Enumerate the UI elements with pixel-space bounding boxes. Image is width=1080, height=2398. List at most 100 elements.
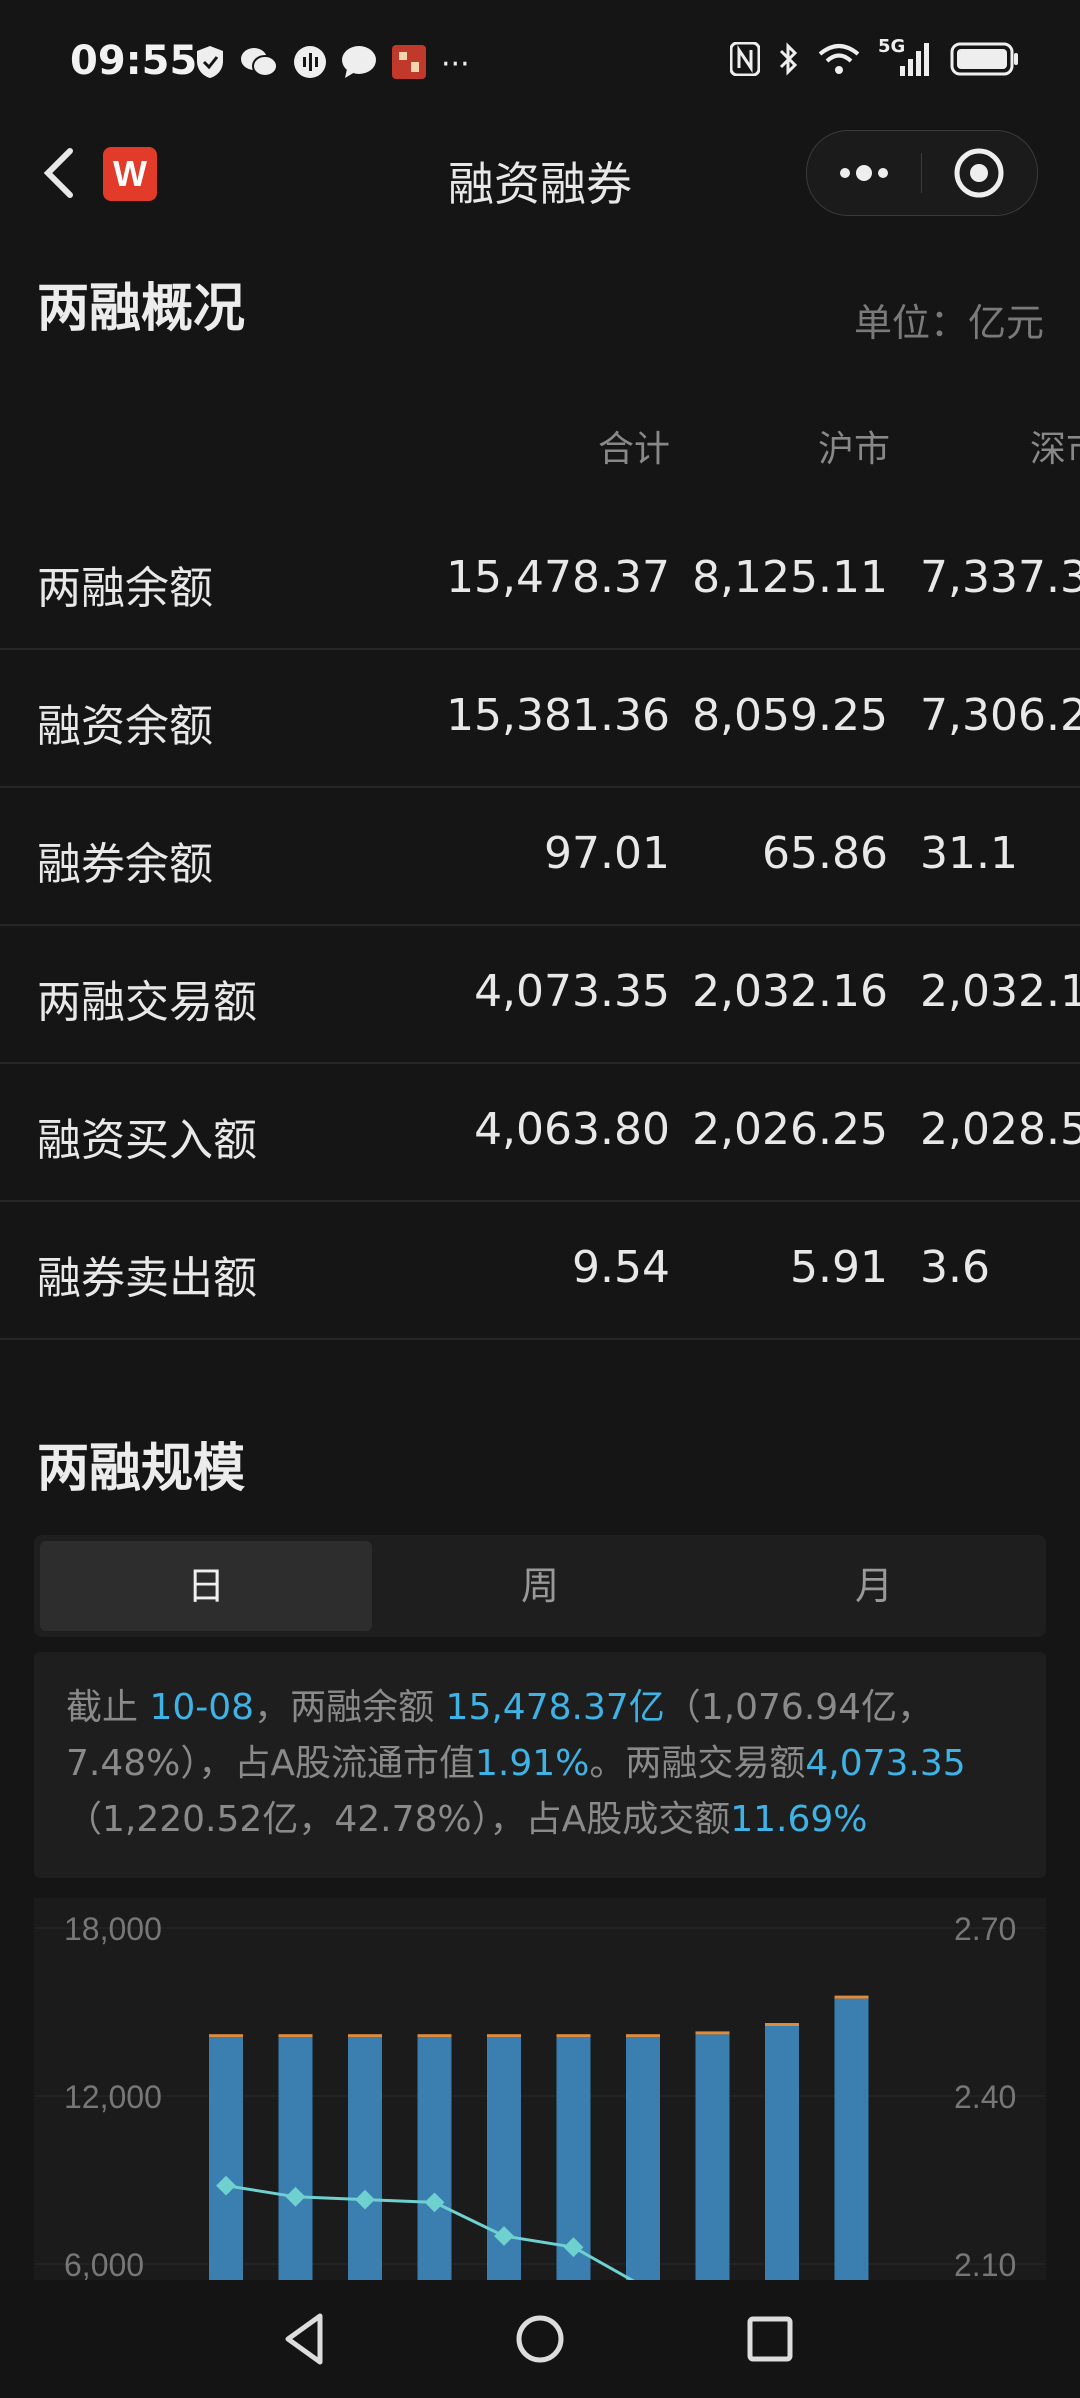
summary-balance: 15,478.37亿 <box>445 1687 665 1728</box>
scale-chart: 18,000 12,000 6,000 2.70 2.40 2.10 <box>34 1898 1046 2280</box>
right-axis-tick-label: 2.40 <box>954 2079 1016 2115</box>
status-right-icons: 5G <box>729 36 1020 82</box>
row-total-value: 4,063.80 <box>474 1104 670 1155</box>
table-row: 融资买入额 4,063.80 2,026.25 2,028.5 <box>0 1062 1080 1202</box>
wifi-icon <box>818 42 860 80</box>
voice-icon <box>293 45 327 83</box>
scale-summary: 截止 10-08，两融余额 15,478.37亿（1,076.94亿，7.48%… <box>34 1652 1046 1878</box>
cellular-signal-icon: 5G <box>878 36 932 82</box>
summary-text-4: 。两融交易额 <box>589 1743 806 1784</box>
app-notification-icon <box>391 44 427 84</box>
target-circle-icon <box>954 148 1004 198</box>
row-label: 两融余额 <box>37 563 213 614</box>
row-sz-value: 7,306.2 <box>920 690 1080 741</box>
chart-bar <box>765 2026 799 2280</box>
chart-bar-cap <box>487 2034 521 2038</box>
chart-bar-cap <box>556 2034 591 2038</box>
chart-bar-cap <box>695 2031 730 2035</box>
column-header-sh: 沪市 <box>817 429 890 470</box>
row-label: 融券余额 <box>37 839 213 890</box>
left-axis-tick-label: 12,000 <box>64 2079 162 2115</box>
battery-icon <box>950 41 1020 81</box>
summary-text-1: 截止 <box>66 1687 139 1728</box>
more-button[interactable] <box>807 131 921 215</box>
summary-trade: 4,073.35 <box>805 1743 966 1784</box>
summary-text-5: （1,220.52亿，42.78%），占A股成交额 <box>66 1799 731 1840</box>
bluetooth-icon <box>778 41 800 81</box>
shield-icon <box>195 45 225 83</box>
period-tabs: 日 周 月 <box>34 1535 1046 1637</box>
unit-label: 单位：亿元 <box>853 301 1044 345</box>
summary-market-pct: 1.91% <box>475 1743 590 1784</box>
chart-bar-cap <box>278 2034 313 2038</box>
chart-bar <box>209 2037 243 2280</box>
chart-bar <box>417 2037 452 2280</box>
row-sh-value: 8,125.11 <box>692 552 888 603</box>
summary-trade-pct: 11.69% <box>730 1799 868 1840</box>
tab-day[interactable]: 日 <box>40 1541 372 1631</box>
chart-bar <box>278 2037 313 2280</box>
nav-home-button[interactable] <box>505 2304 575 2374</box>
table-row: 两融余额 15,478.37 8,125.11 7,337.3 <box>0 510 1080 650</box>
circle-home-icon <box>516 2315 564 2363</box>
row-sh-value: 5.91 <box>790 1242 888 1293</box>
column-header-sz: 深市 <box>1030 429 1080 470</box>
chat-bubble-icon <box>341 45 377 83</box>
close-miniprogram-button[interactable] <box>922 131 1036 215</box>
row-sz-value: 2,032.1 <box>920 966 1080 1017</box>
overview-title: 两融概况 <box>37 279 246 339</box>
chart-bar-cap <box>209 2034 243 2038</box>
row-label: 融券卖出额 <box>37 1253 257 1304</box>
triangle-back-icon <box>285 2313 323 2365</box>
row-total-value: 15,381.36 <box>446 690 670 741</box>
summary-date: 10-08 <box>149 1687 255 1728</box>
column-header-total: 合计 <box>597 429 670 470</box>
row-sz-value: 3.6 <box>920 1242 990 1293</box>
more-notifications-icon: ··· <box>441 46 470 82</box>
row-sz-value: 7,337.3 <box>920 552 1080 603</box>
row-sh-value: 65.86 <box>762 828 888 879</box>
chart-bar-cap <box>417 2034 452 2038</box>
notification-icons: ··· <box>195 44 470 84</box>
more-dots-icon <box>840 165 888 181</box>
row-label: 融资买入额 <box>37 1115 257 1166</box>
table-row: 融券余额 97.01 65.86 31.1 <box>0 786 1080 926</box>
chart-bar <box>348 2037 382 2280</box>
nav-back-button[interactable] <box>270 2304 340 2374</box>
miniprogram-capsule <box>806 130 1038 216</box>
row-label: 两融交易额 <box>37 977 257 1028</box>
system-nav-bar <box>0 2280 1080 2398</box>
row-label: 融资余额 <box>37 701 213 752</box>
chart-bar-cap <box>834 1995 869 1999</box>
chart-bar <box>834 1998 869 2280</box>
chart-bar-cap <box>765 2023 799 2026</box>
row-sh-value: 2,032.16 <box>692 966 888 1017</box>
right-axis-tick-label: 2.10 <box>954 2247 1016 2280</box>
row-sh-value: 8,059.25 <box>692 690 888 741</box>
network-type-label: 5G <box>878 36 906 57</box>
row-total-value: 9.54 <box>572 1242 670 1293</box>
nav-recents-button[interactable] <box>735 2304 805 2374</box>
right-axis-tick-label: 2.70 <box>954 1911 1016 1947</box>
scale-chart-svg: 18,000 12,000 6,000 2.70 2.40 2.10 <box>34 1911 1046 2280</box>
table-row: 融券卖出额 9.54 5.91 3.6 <box>0 1200 1080 1340</box>
row-sh-value: 2,026.25 <box>692 1104 888 1155</box>
left-axis-tick-label: 6,000 <box>64 2247 144 2280</box>
row-total-value: 15,478.37 <box>446 552 670 603</box>
left-axis-tick-label: 18,000 <box>64 1911 162 1947</box>
table-row: 融资余额 15,381.36 8,059.25 7,306.2 <box>0 648 1080 788</box>
square-recents-icon <box>747 2316 793 2362</box>
status-bar: 09:55 ··· 5G <box>0 0 1080 130</box>
tab-month[interactable]: 月 <box>708 1541 1040 1631</box>
nfc-icon <box>729 41 761 80</box>
tab-week[interactable]: 周 <box>374 1541 706 1631</box>
chart-bar <box>695 2034 730 2280</box>
summary-text-2: ，两融余额 <box>254 1687 435 1728</box>
chart-bar-cap <box>348 2034 382 2038</box>
chart-bar-cap <box>626 2034 660 2038</box>
row-sz-value: 2,028.5 <box>920 1104 1080 1155</box>
scale-title: 两融规模 <box>37 1439 246 1499</box>
row-total-value: 97.01 <box>544 828 670 879</box>
table-row: 两融交易额 4,073.35 2,032.16 2,032.1 <box>0 924 1080 1064</box>
row-sz-value: 31.1 <box>920 828 1018 879</box>
